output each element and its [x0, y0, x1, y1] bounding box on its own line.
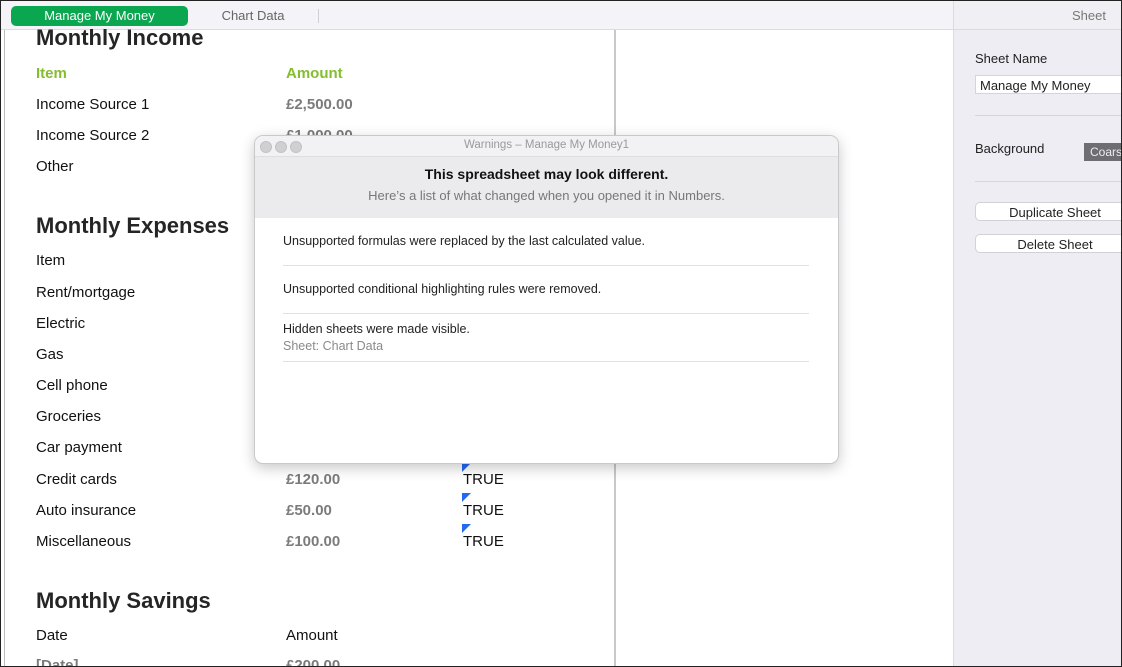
warning-divider — [283, 265, 809, 266]
warning-detail: Sheet: Chart Data — [283, 339, 384, 353]
expense-flag-value[interactable]: TRUE — [463, 502, 504, 519]
dialog-heading: This spreadsheet may look different. — [424, 166, 669, 182]
sheet-inspector: Sheet Sheet Name Manage My Money Backgro… — [953, 1, 1121, 666]
expense-amount[interactable]: £120.00 — [286, 471, 340, 488]
tab-manage-my-money[interactable]: Manage My Money — [11, 6, 188, 26]
expense-item[interactable]: Credit cards — [36, 471, 117, 488]
expense-item[interactable]: Groceries — [36, 408, 101, 425]
sheet-name-label: Sheet Name — [975, 51, 1048, 66]
expense-flag-value[interactable]: TRUE — [463, 471, 504, 488]
background-label: Background — [975, 141, 1045, 156]
warning-item: Hidden sheets were made visible. — [283, 322, 470, 336]
expense-flag-value[interactable]: TRUE — [463, 533, 504, 550]
expense-amount[interactable]: £100.00 — [286, 533, 340, 550]
inspector-divider — [975, 115, 1121, 116]
dialog-titlebar[interactable]: Warnings – Manage My Money1 — [255, 136, 838, 157]
warning-divider — [283, 313, 809, 314]
expense-item[interactable]: Gas — [36, 346, 64, 363]
comment-flag-icon[interactable] — [462, 524, 471, 533]
tab-divider — [318, 9, 319, 23]
dialog-window-title: Warnings – Manage My Money1 — [463, 139, 630, 151]
expense-item[interactable]: Electric — [36, 315, 85, 332]
savings-header-amount[interactable]: Amount — [286, 627, 338, 644]
income-item[interactable]: Income Source 1 — [36, 96, 149, 113]
comment-flag-icon[interactable] — [462, 493, 471, 502]
expense-amount[interactable]: £50.00 — [286, 502, 332, 519]
income-header-amount[interactable]: Amount — [286, 65, 343, 82]
inspector-divider — [975, 181, 1121, 182]
sheet-name-input[interactable]: Manage My Money — [975, 75, 1121, 94]
savings-date[interactable]: [Date] — [36, 657, 79, 666]
inspector-header: Sheet — [954, 1, 1121, 30]
expense-item[interactable]: Cell phone — [36, 377, 108, 394]
income-item[interactable]: Income Source 2 — [36, 127, 149, 144]
duplicate-sheet-button[interactable]: Duplicate Sheet — [975, 202, 1121, 221]
savings-header-date[interactable]: Date — [36, 627, 68, 644]
expense-item[interactable]: Rent/mortgage — [36, 284, 135, 301]
expense-item[interactable]: Auto insurance — [36, 502, 136, 519]
savings-amount[interactable]: £200.00 — [286, 657, 340, 666]
savings-title: Monthly Savings — [36, 588, 211, 613]
expenses-header-item[interactable]: Item — [36, 252, 65, 269]
sheet-left-border — [4, 30, 5, 666]
warning-item: Unsupported conditional highlighting rul… — [283, 282, 602, 296]
warning-divider — [283, 361, 809, 362]
expenses-title: Monthly Expenses — [36, 213, 230, 238]
income-header-item[interactable]: Item — [36, 65, 67, 82]
delete-sheet-button[interactable]: Delete Sheet — [975, 234, 1121, 253]
expense-item[interactable]: Miscellaneous — [36, 533, 131, 550]
background-tooltip: Coarse — [1084, 143, 1121, 161]
tab-chart-data[interactable]: Chart Data — [191, 6, 315, 26]
dialog-subheading: Here’s a list of what changed when you o… — [368, 188, 725, 203]
warnings-dialog: Warnings – Manage My Money1 This spreads… — [254, 135, 839, 464]
numbers-window: Manage My Money Chart Data Monthly Incom… — [0, 0, 1122, 667]
expense-item[interactable]: Car payment — [36, 439, 122, 456]
income-item[interactable]: Other — [36, 158, 74, 175]
warning-item: Unsupported formulas were replaced by th… — [283, 234, 646, 248]
inspector-title[interactable]: Sheet — [1072, 8, 1106, 23]
dialog-header: This spreadsheet may look different. Her… — [255, 157, 838, 218]
income-title: Monthly Income — [36, 25, 204, 50]
income-amount[interactable]: £2,500.00 — [286, 96, 353, 113]
